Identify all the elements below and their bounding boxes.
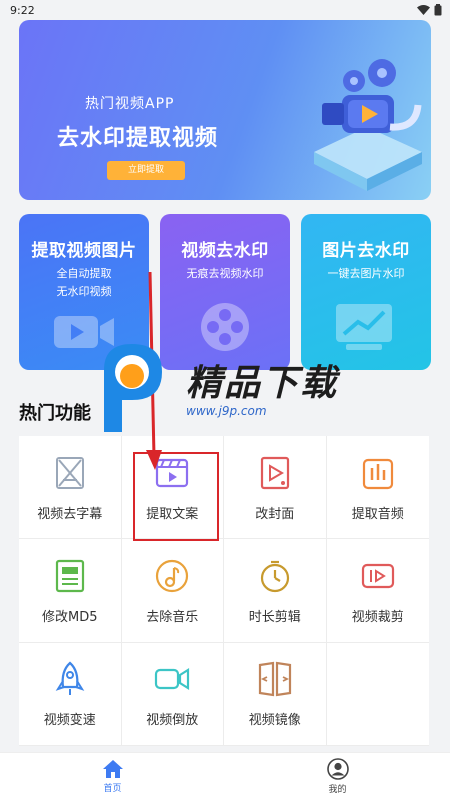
card-subtitle-2: 无水印视频 [56, 285, 112, 298]
watermark: 精品下载 www.j9p.com [96, 340, 338, 432]
image-chart-icon [336, 304, 392, 350]
tool-video-reverse[interactable]: 视频倒放 [121, 642, 224, 746]
tool-label: 视频去字幕 [37, 506, 103, 522]
banner-title: 热门视频APP [85, 96, 175, 112]
tool-label: 视频裁剪 [351, 609, 404, 625]
banner-cta-button[interactable]: 立即提取 [107, 161, 185, 180]
tool-label: 视频镜像 [248, 713, 301, 729]
wifi-icon [417, 5, 430, 15]
tool-label: 提取音频 [351, 506, 404, 522]
speed-rocket-icon [50, 659, 90, 699]
tool-label: 视频倒放 [146, 713, 199, 729]
tool-modify-md5[interactable]: 修改MD5 [19, 539, 122, 643]
card-title: 提取视频图片 [31, 241, 137, 261]
card-subtitle: 一键去图片水印 [327, 267, 405, 280]
mirror-icon [255, 659, 295, 699]
tool-extract-audio[interactable]: 提取音频 [326, 436, 429, 540]
card-title: 视频去水印 [181, 241, 269, 261]
tool-remove-subtitle[interactable]: 视频去字幕 [19, 436, 122, 540]
reverse-video-icon [152, 659, 192, 699]
tool-duration-clip[interactable]: 时长剪辑 [224, 539, 327, 643]
tool-video-mirror[interactable]: 视频镜像 [224, 642, 327, 746]
tool-label: 视频变速 [43, 713, 96, 729]
card-subtitle: 无痕去视频水印 [186, 267, 264, 280]
status-bar: 9:22 [0, 0, 450, 20]
video-camera-illustration-icon [314, 59, 422, 191]
video-crop-icon [358, 556, 398, 596]
extract-audio-icon [358, 453, 398, 493]
watermark-logo-icon [104, 344, 162, 432]
tab-home[interactable]: 首页 [0, 753, 225, 800]
tab-mine[interactable]: 我的 [225, 753, 450, 800]
user-icon [326, 758, 349, 780]
tab-home-label: 首页 [103, 784, 122, 794]
tool-remove-music[interactable]: 去除音乐 [121, 539, 224, 643]
banner-headline: 去水印提取视频 [57, 126, 219, 151]
tool-grid: 视频去字幕 提取文案 改封面 提取音频 修改MD5 去除音乐 时长剪辑 视频裁剪… [19, 436, 429, 746]
watermark-url: www.j9p.com [186, 404, 267, 418]
battery-icon [434, 4, 442, 16]
tab-mine-label: 我的 [328, 785, 347, 795]
bottom-tabbar: 首页 我的 [0, 752, 450, 800]
tool-label: 修改MD5 [42, 609, 98, 625]
card-title: 图片去水印 [322, 241, 410, 261]
watermark-text: 精品下载 [186, 363, 339, 404]
tool-video-speed[interactable]: 视频变速 [19, 642, 122, 746]
tool-label: 去除音乐 [146, 609, 199, 625]
card-subtitle: 全自动提取 [56, 267, 112, 280]
change-cover-icon [255, 453, 295, 493]
tool-video-crop[interactable]: 视频裁剪 [326, 539, 429, 643]
remove-music-icon [152, 556, 192, 596]
remove-subtitle-icon [50, 453, 90, 493]
tool-empty-slot [326, 643, 429, 746]
promo-banner[interactable]: 热门视频APP 去水印提取视频 立即提取 [19, 20, 431, 200]
status-time: 9:22 [10, 3, 35, 17]
tool-change-cover[interactable]: 改封面 [224, 436, 327, 540]
section-title: 热门功能 [19, 403, 91, 424]
tool-label: 时长剪辑 [248, 609, 301, 625]
md5-icon [50, 556, 90, 596]
duration-clip-icon [255, 556, 295, 596]
home-icon [102, 760, 123, 778]
tool-label: 改封面 [255, 506, 295, 522]
